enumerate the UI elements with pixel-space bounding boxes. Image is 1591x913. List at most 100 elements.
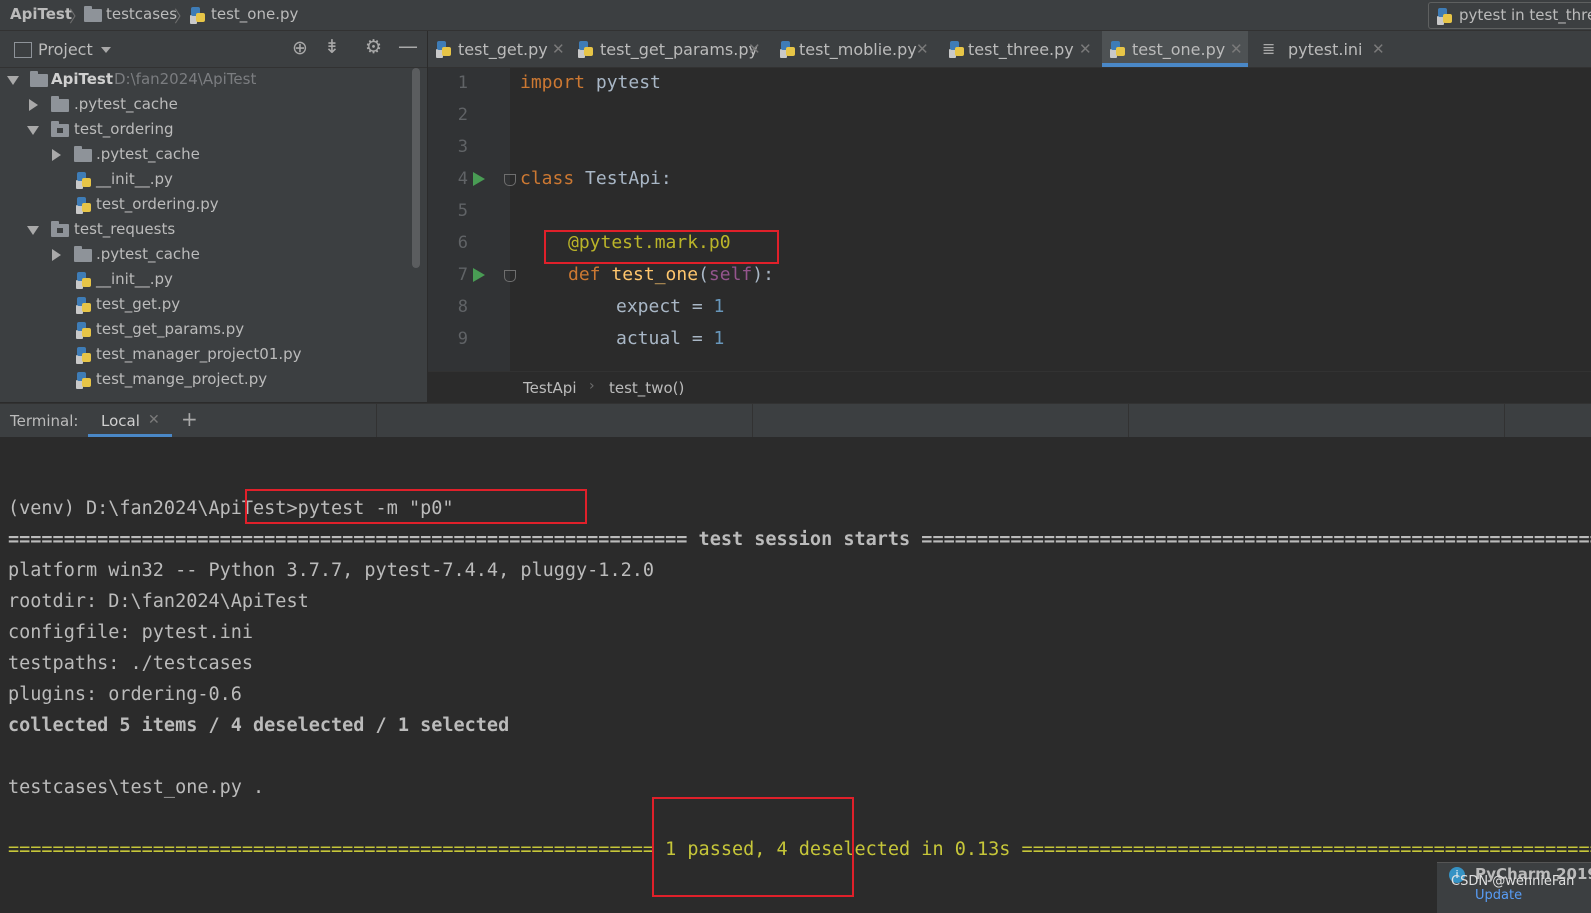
highlight-box-decorator — [544, 230, 779, 264]
code-text: expect = — [616, 296, 714, 317]
code-editor[interactable]: 1 2 3 4 5 6 7 8 9 import pytest class Te… — [428, 68, 1591, 371]
tree-item-init-py[interactable]: __init__.py — [0, 168, 410, 192]
breadcrumb-folder[interactable]: testcases — [106, 5, 177, 23]
line-number: 3 — [457, 137, 468, 157]
tab-test-get-params[interactable]: test_get_params.py ✕ — [570, 31, 765, 67]
breadcrumb-separator: › — [589, 378, 595, 394]
locate-icon[interactable]: ⊕ — [292, 37, 308, 59]
tree-item-test-ordering-py[interactable]: test_ordering.py — [0, 193, 410, 217]
tree-item-pytest-cache[interactable]: .pytest_cache — [0, 243, 410, 267]
update-notification[interactable]: i PyCharm 2019. CSDN @wennieFan Update — [1437, 862, 1591, 913]
collapse-all-icon[interactable]: ⇟ — [324, 36, 340, 58]
line-number: 1 — [457, 73, 468, 93]
terminal-platform-line: platform win32 -- Python 3.7.7, pytest-7… — [8, 560, 655, 581]
gear-icon[interactable]: ⚙ — [365, 36, 382, 58]
code-text: TestApi: — [574, 168, 672, 189]
code-text: ( — [698, 264, 709, 285]
tree-item-test-requests[interactable]: test_requests — [0, 218, 410, 242]
tab-label: test_three.py — [968, 40, 1074, 59]
pytest-icon — [1437, 7, 1453, 25]
collapsed-arrow-icon[interactable] — [52, 149, 61, 161]
tree-item-test-get-py[interactable]: test_get.py — [0, 293, 410, 317]
update-link[interactable]: Update — [1475, 888, 1522, 903]
tree-item-path: D:\fan2024\ApiTest — [114, 70, 257, 88]
line-number: 9 — [457, 329, 468, 349]
terminal-rootdir-line: rootdir: D:\fan2024\ApiTest — [8, 591, 309, 612]
run-test-icon[interactable] — [473, 172, 485, 186]
add-icon[interactable]: + — [181, 407, 198, 431]
expand-arrow-icon[interactable] — [27, 226, 39, 235]
breadcrumb-class[interactable]: TestApi — [523, 379, 577, 397]
breadcrumb-method[interactable]: test_two() — [609, 379, 684, 397]
keyword: class — [520, 168, 575, 189]
close-icon[interactable]: ✕ — [916, 40, 929, 58]
terminal-tab-label: Local — [101, 412, 140, 430]
tab-test-moblie[interactable]: test_moblie.py ✕ — [774, 31, 934, 67]
tree-item-label: test_mange_project.py — [96, 370, 268, 388]
project-panel-title[interactable]: Project — [38, 40, 93, 59]
editor-gutter: 1 2 3 4 5 6 7 8 9 — [428, 68, 516, 371]
tab-test-get[interactable]: test_get.py ✕ — [428, 31, 568, 67]
breadcrumb-separator: 〉 — [174, 7, 191, 26]
breadcrumb-project[interactable]: ApiTest — [10, 5, 72, 23]
expand-arrow-icon[interactable] — [7, 76, 19, 85]
hide-panel-icon[interactable]: — — [398, 34, 418, 58]
chevron-down-icon[interactable] — [101, 47, 111, 53]
line-number: 4 — [457, 169, 468, 189]
tree-item-test-manager-project01-py[interactable]: test_manager_project01.py — [0, 343, 410, 367]
terminal-testpaths-line: testpaths: ./testcases — [8, 653, 254, 674]
self-param: self — [708, 264, 753, 285]
project-view-icon — [14, 42, 32, 58]
tab-pytest-ini[interactable]: ≣ pytest.ini ✕ — [1256, 31, 1391, 67]
tree-item-label: test_requests — [74, 220, 176, 238]
expand-arrow-icon[interactable] — [27, 126, 39, 135]
code-line-4: class TestApi: — [520, 168, 672, 189]
close-icon[interactable]: ✕ — [1230, 40, 1243, 58]
code-line-7: def test_one(self): — [568, 264, 774, 285]
tree-item-apitest[interactable]: ApiTest D:\fan2024\ApiTest — [0, 68, 410, 92]
python-file-icon — [76, 321, 92, 339]
terminal-tab-local[interactable]: Local ✕ — [88, 404, 172, 437]
tree-item-label: __init__.py — [96, 270, 173, 288]
python-file-icon — [76, 196, 92, 214]
tree-item-pytest-cache[interactable]: .pytest_cache — [0, 143, 410, 167]
tree-item-label: test_ordering — [74, 120, 174, 138]
tree-item-test-mange-project-py[interactable]: test_mange_project.py — [0, 368, 410, 392]
tree-item-init-py[interactable]: __init__.py — [0, 268, 410, 292]
close-icon[interactable]: ✕ — [148, 412, 160, 428]
tab-label: test_one.py — [1132, 40, 1226, 59]
terminal-header: Terminal: Local ✕ + — [0, 403, 1591, 437]
ini-file-icon: ≣ — [1262, 39, 1276, 58]
fold-icon[interactable] — [504, 270, 516, 282]
tab-test-three[interactable]: test_three.py ✕ — [943, 31, 1095, 67]
tree-item-label: test_get_params.py — [96, 320, 245, 338]
tab-test-one[interactable]: test_one.py ✕ — [1102, 31, 1248, 67]
tree-item-test-get-params-py[interactable]: test_get_params.py — [0, 318, 410, 342]
tree-item-pytest-cache[interactable]: .pytest_cache — [0, 93, 410, 117]
code-line-1: import pytest — [520, 72, 661, 93]
tree-item-test-ordering[interactable]: test_ordering — [0, 118, 410, 142]
breadcrumb-file[interactable]: test_one.py — [211, 5, 298, 23]
close-icon[interactable]: ✕ — [552, 40, 565, 58]
close-icon[interactable]: ✕ — [1372, 40, 1385, 58]
code-text: pytest — [585, 72, 661, 93]
number: 1 — [713, 328, 725, 349]
tab-label: pytest.ini — [1288, 40, 1363, 59]
folder-icon — [84, 6, 102, 22]
collapsed-arrow-icon[interactable] — [52, 249, 61, 261]
editor-breadcrumb: TestApi › test_two() — [428, 371, 1591, 403]
python-file-icon — [949, 40, 965, 58]
close-icon[interactable]: ✕ — [748, 40, 761, 58]
tree-item-label: .pytest_cache — [96, 245, 200, 263]
run-test-icon[interactable] — [473, 268, 485, 282]
tab-label: test_moblie.py — [799, 40, 917, 59]
project-tree-scrollbar[interactable] — [412, 68, 420, 268]
project-tree: ApiTest D:\fan2024\ApiTest .pytest_cache… — [0, 68, 427, 402]
python-file-icon — [76, 271, 92, 289]
fold-icon[interactable] — [504, 174, 516, 186]
line-number: 5 — [457, 201, 468, 221]
run-configuration-selector[interactable]: pytest in test_thre — [1428, 2, 1591, 29]
close-icon[interactable]: ✕ — [1079, 40, 1092, 58]
terminal-output[interactable]: (venv) D:\fan2024\ApiTest>pytest -m "p0"… — [0, 437, 1591, 909]
collapsed-arrow-icon[interactable] — [29, 99, 38, 111]
